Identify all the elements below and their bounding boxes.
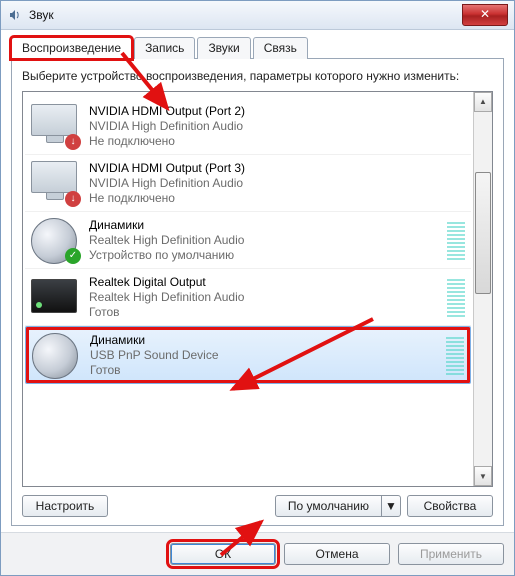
dialog-button-row: ОК Отмена Применить [1,532,514,575]
close-button[interactable]: ✕ [462,4,508,26]
device-name: NVIDIA HDMI Output (Port 3) [89,161,465,175]
chevron-down-icon[interactable]: ▼ [382,496,400,516]
tab-recording[interactable]: Запись [134,37,195,59]
device-name: Динамики [89,218,447,232]
device-driver: Realtek High Definition Audio [89,290,447,304]
device-item[interactable]: Realtek Digital Output Realtek High Defi… [25,269,471,326]
level-meter [447,275,465,319]
device-name: Realtek Digital Output [89,275,447,289]
device-status: Не подключено [89,134,465,148]
scrollbar[interactable]: ▲ ▼ [473,92,492,486]
scroll-thumb[interactable] [475,172,491,294]
device-status: Готов [90,363,446,377]
titlebar: Звук ✕ [1,1,514,30]
window-title: Звук [29,8,54,22]
scroll-up-button[interactable]: ▲ [474,92,492,112]
speaker-icon [32,333,80,377]
set-default-label: По умолчанию [276,496,382,516]
instruction-text: Выберите устройство воспроизведения, пар… [22,69,493,85]
device-item[interactable]: ↓ NVIDIA HDMI Output (Port 2) NVIDIA Hig… [25,98,471,155]
config-button-row: Настроить По умолчанию ▼ Свойства [22,495,493,517]
device-list-container: ↓ NVIDIA HDMI Output (Port 2) NVIDIA Hig… [22,91,493,487]
device-status: Не подключено [89,191,465,205]
tab-row: Воспроизведение Запись Звуки Связь [11,36,504,58]
tab-pane-playback: Выберите устройство воспроизведения, пар… [11,58,504,526]
device-item[interactable]: ↓ NVIDIA HDMI Output (Port 3) NVIDIA Hig… [25,155,471,212]
spdif-icon [31,275,79,319]
device-driver: NVIDIA High Definition Audio [89,119,465,133]
device-name: Динамики [90,333,446,347]
ok-button[interactable]: ОК [170,543,276,565]
device-name: NVIDIA HDMI Output (Port 2) [89,104,465,118]
sound-dialog: Звук ✕ Воспроизведение Запись Звуки Связ… [0,0,515,576]
status-badge-disconnected: ↓ [65,191,81,207]
monitor-icon: ↓ [31,161,79,205]
device-driver: NVIDIA High Definition Audio [89,176,465,190]
tab-sounds[interactable]: Звуки [197,37,250,59]
level-meter [447,218,465,262]
tab-comm[interactable]: Связь [253,37,308,59]
device-status: Готов [89,305,447,319]
properties-button[interactable]: Свойства [407,495,493,517]
level-meter [446,333,464,377]
configure-button[interactable]: Настроить [22,495,108,517]
tab-playback[interactable]: Воспроизведение [11,37,132,59]
set-default-button[interactable]: По умолчанию ▼ [275,495,401,517]
device-item-selected[interactable]: Динамики USB PnP Sound Device Готов [25,326,471,384]
device-status: Устройство по умолчанию [89,248,447,262]
apply-button[interactable]: Применить [398,543,504,565]
monitor-icon: ↓ [31,104,79,148]
sound-icon [7,7,23,23]
device-list[interactable]: ↓ NVIDIA HDMI Output (Port 2) NVIDIA Hig… [23,92,473,486]
speaker-icon: ✓ [31,218,79,262]
device-driver: Realtek High Definition Audio [89,233,447,247]
status-badge-disconnected: ↓ [65,134,81,150]
status-badge-default: ✓ [65,248,81,264]
cancel-button[interactable]: Отмена [284,543,390,565]
device-item[interactable]: ✓ Динамики Realtek High Definition Audio… [25,212,471,269]
scroll-down-button[interactable]: ▼ [474,466,492,486]
device-driver: USB PnP Sound Device [90,348,446,362]
